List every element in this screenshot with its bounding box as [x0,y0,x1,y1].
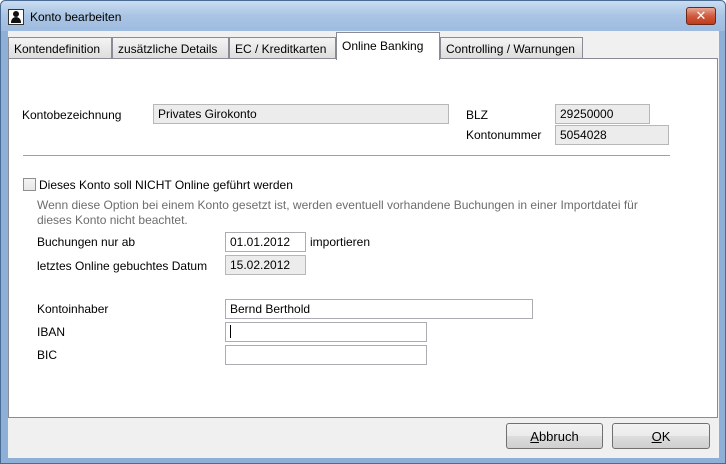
cancel-button[interactable]: Abbruch [506,423,603,449]
not-online-checkbox-label[interactable]: Dieses Konto soll NICHT Online geführt w… [39,178,293,192]
window-title: Konto bearbeiten [30,10,122,24]
blz-label: BLZ [466,108,489,122]
iban-input[interactable] [225,322,427,342]
tab-online-banking[interactable]: Online Banking [336,32,440,60]
close-button[interactable]: ✕ [686,7,716,25]
dialog-window: Konto bearbeiten ✕ Kontendefinition zusä… [0,0,726,464]
title-bar[interactable]: Konto bearbeiten ✕ [1,1,725,31]
tab-zusaetzliche-details[interactable]: zusätzliche Details [112,37,229,59]
bookings-from-label: Buchungen nur ab [37,235,136,249]
online-banking-panel: Kontobezeichnung Privates Girokonto BLZ … [8,58,718,418]
iban-label: IBAN [37,325,66,339]
close-icon: ✕ [695,8,707,24]
account-number-field: 5054028 [555,125,669,145]
blz-field: 29250000 [555,104,650,124]
account-holder-label: Kontoinhaber [37,302,109,316]
text-caret [230,325,231,338]
bookings-from-date-input[interactable]: 01.01.2012 [225,232,306,252]
ok-button[interactable]: OK [612,423,710,449]
dialog-client-area: Kontendefinition zusätzliche Details EC … [8,31,719,458]
tab-kontendefinition[interactable]: Kontendefinition [8,37,112,59]
tab-controlling-warnungen[interactable]: Controlling / Warnungen [440,37,583,59]
account-name-field: Privates Girokonto [153,104,449,124]
account-holder-input[interactable]: Bernd Berthold [225,299,533,319]
account-name-label: Kontobezeichnung [22,108,122,122]
bic-label: BIC [37,348,58,362]
import-label: importieren [310,235,371,249]
option-note-line-2: dieses Konto nicht beachtet. [37,213,188,227]
last-online-date-field: 15.02.2012 [225,255,306,275]
option-note-line-1: Wenn diese Option bei einem Konto gesetz… [37,198,638,212]
tab-ec-kreditkarten[interactable]: EC / Kreditkarten [229,37,336,59]
account-number-label: Kontonummer [466,128,542,142]
separator [23,155,670,157]
bic-input[interactable] [225,345,427,365]
last-online-date-label: letztes Online gebuchtes Datum [37,259,208,273]
not-online-checkbox[interactable] [23,178,36,191]
user-icon [8,9,24,25]
